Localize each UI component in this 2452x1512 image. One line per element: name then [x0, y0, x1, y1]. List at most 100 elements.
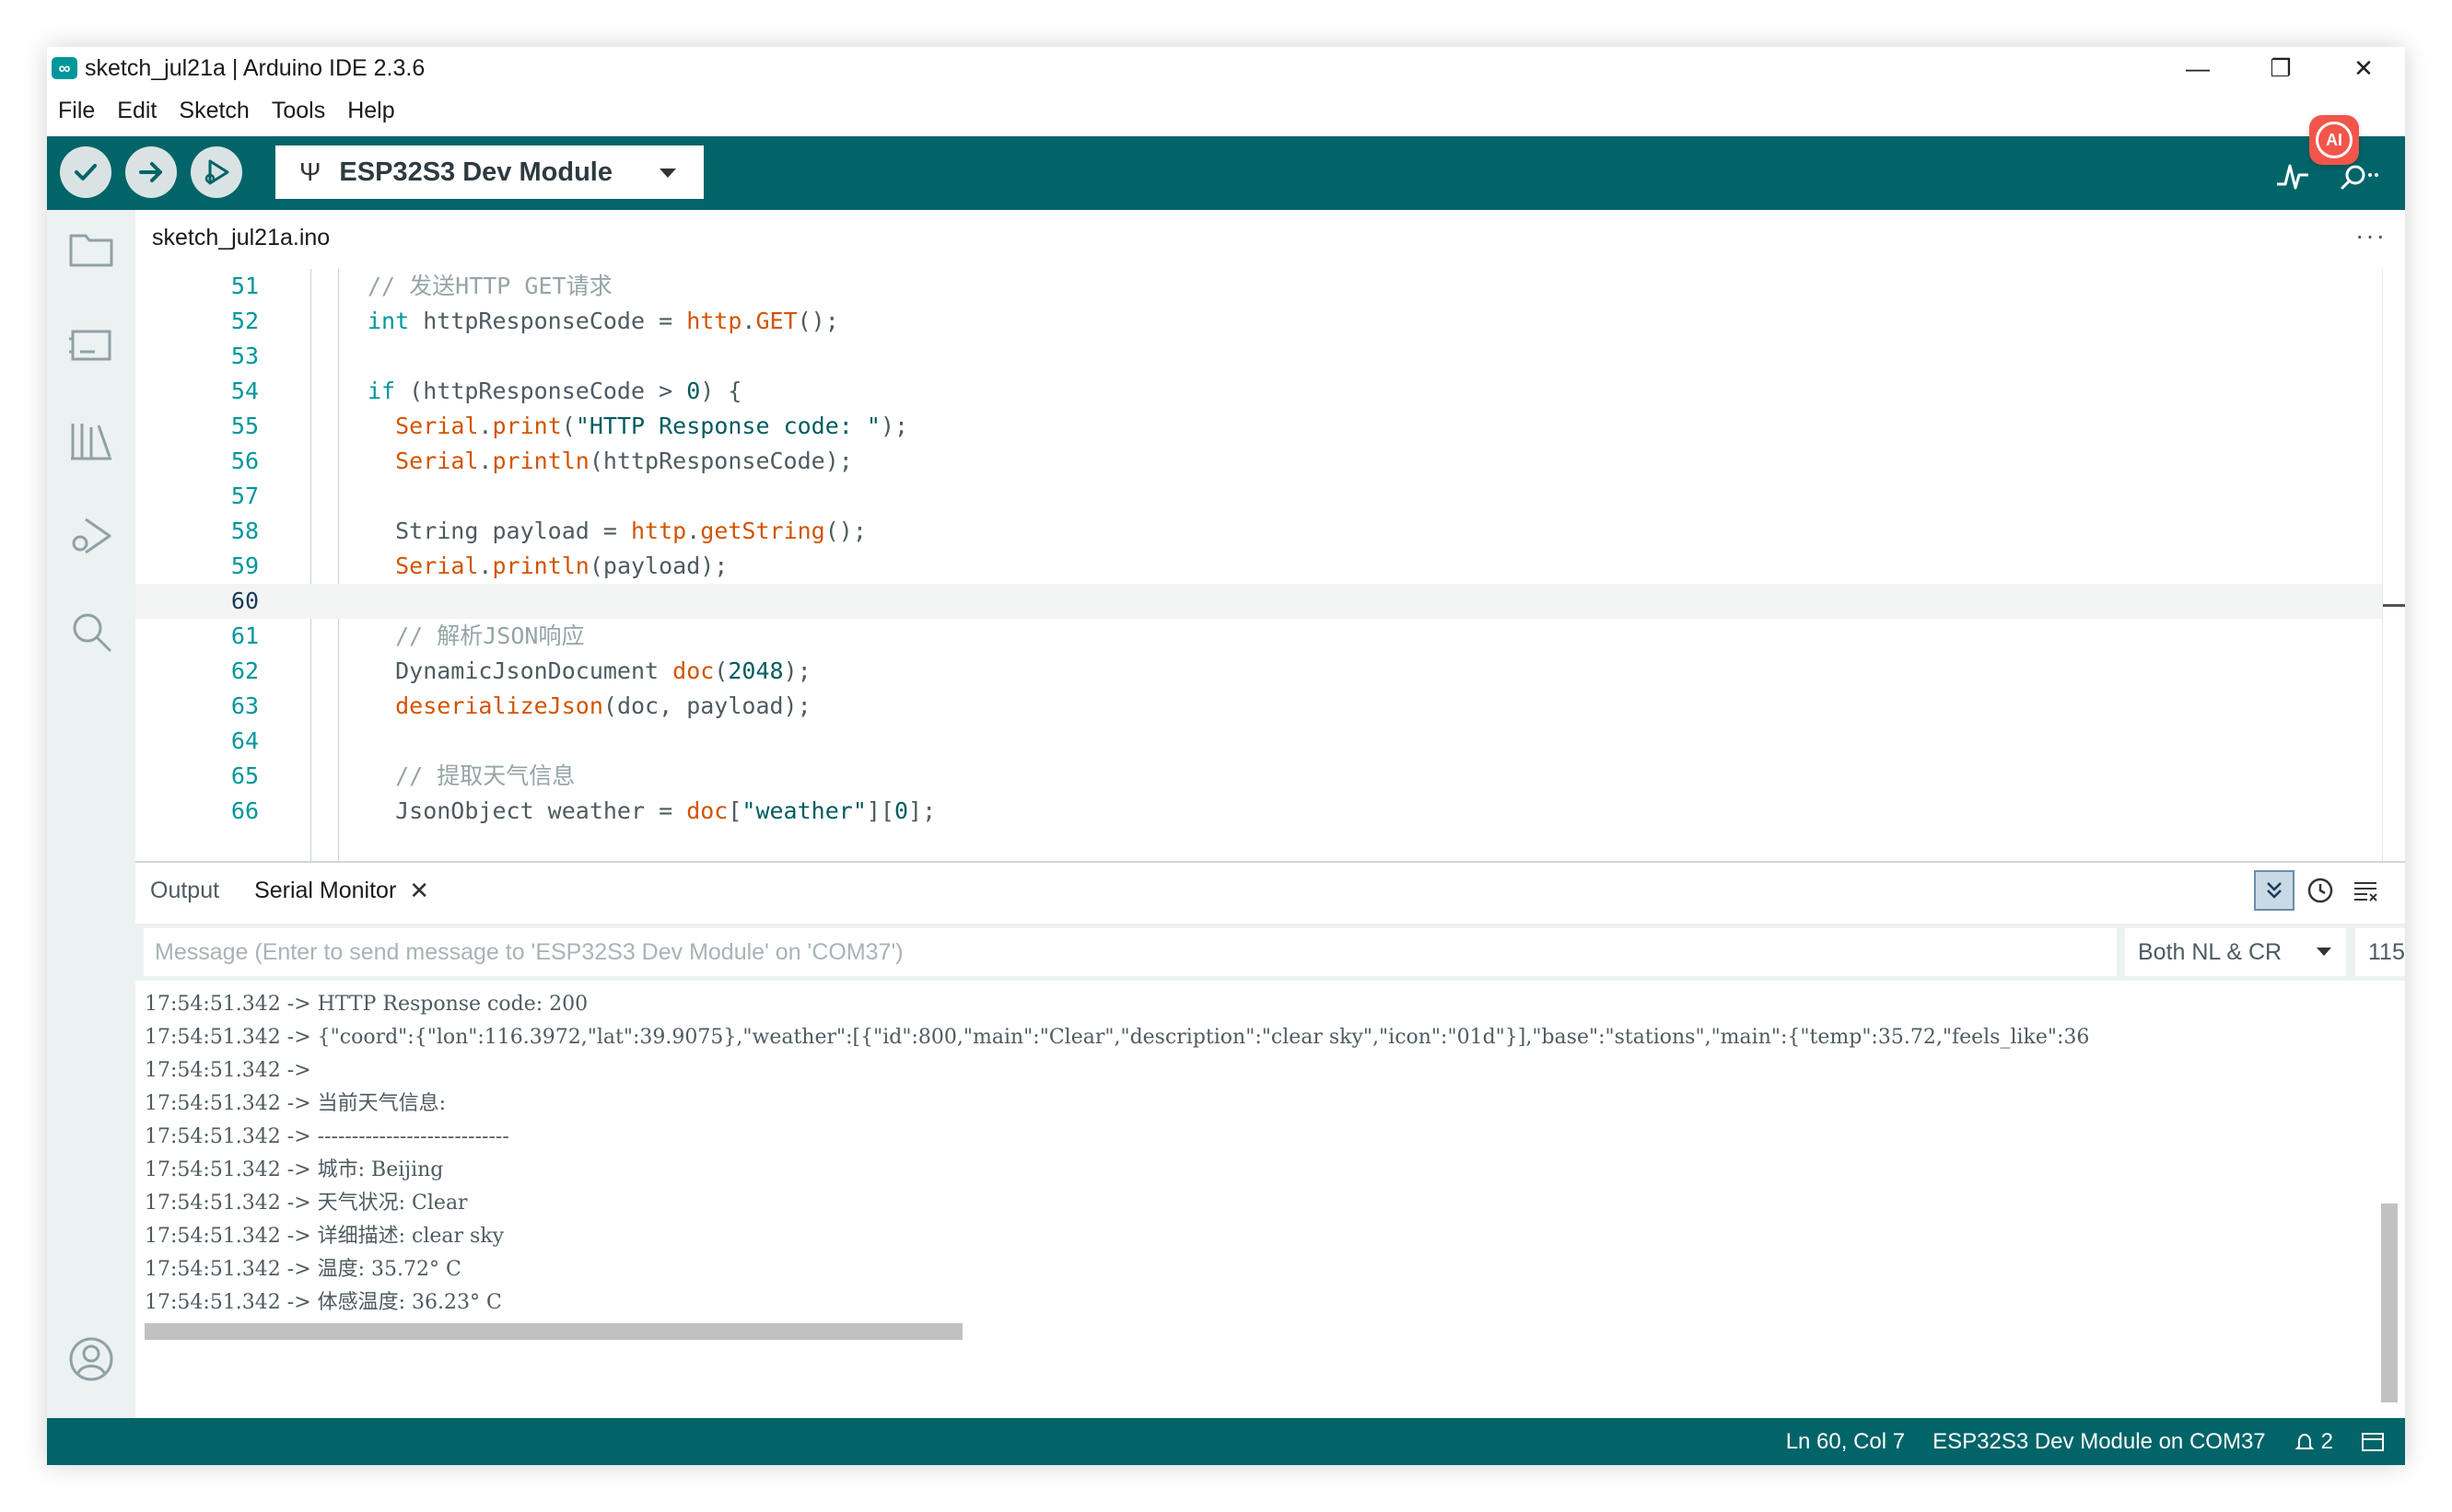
code-token: httpResponseCode = — [409, 308, 687, 334]
code-token: ); — [783, 657, 811, 684]
code-editor: sketch_jul21a.ino ··· 51// 发送HTTP GET请求 5… — [135, 210, 2405, 861]
line-number: 65 — [230, 762, 259, 789]
menu-tools[interactable]: Tools — [272, 98, 325, 124]
code-line[interactable]: 51 // 发送HTTP GET请求 — [135, 269, 2383, 304]
verify-button[interactable] — [60, 146, 111, 198]
menu-help[interactable]: Help — [347, 98, 394, 124]
code-line[interactable]: 64 — [135, 724, 2383, 759]
message-input[interactable] — [144, 928, 2117, 976]
line-number: 54 — [230, 378, 259, 404]
code-line[interactable]: 54 if (httpResponseCode > 0) { — [135, 374, 2383, 409]
code-line[interactable]: 60 — [135, 584, 2383, 619]
code-token: Serial — [395, 448, 479, 474]
close-button[interactable]: ✕ — [2322, 47, 2405, 89]
code-token: JsonObject weather = — [368, 797, 687, 824]
serial-output[interactable]: 17:54:51.342 -> HTTP Response code: 200 1… — [135, 988, 2383, 1320]
toggle-panel-button[interactable] — [2361, 1432, 2385, 1452]
code-token: (httpResponseCode); — [589, 448, 853, 474]
code-line[interactable]: 62 DynamicJsonDocument doc(2048); — [135, 654, 2383, 689]
ai-assistant-button[interactable]: AI — [2309, 115, 2359, 165]
code-token: // 发送HTTP GET请求 — [368, 273, 613, 299]
board-name: ESP32S3 Dev Module — [339, 157, 613, 187]
menu-sketch[interactable]: Sketch — [179, 98, 249, 124]
code-line[interactable]: 65 // 提取天气信息 — [135, 759, 2383, 794]
code-text: int httpResponseCode = http.GET(); — [368, 304, 839, 339]
line-number: 60 — [230, 587, 259, 614]
tab-sketch-file[interactable]: sketch_jul21a.ino — [135, 210, 351, 267]
upload-button[interactable] — [125, 146, 177, 198]
code-line[interactable]: 55 Serial.print("HTTP Response code: "); — [135, 409, 2383, 444]
code-token: ); — [880, 413, 909, 439]
library-manager-button[interactable] — [65, 414, 117, 466]
code-line[interactable]: 66 JsonObject weather = doc["weather"][0… — [135, 794, 2383, 829]
code-line[interactable]: 53 — [135, 339, 2383, 374]
board-port-status[interactable]: ESP32S3 Dev Module on COM37 — [1932, 1429, 2266, 1455]
code-token: ( — [561, 413, 576, 439]
line-ending-select[interactable]: Both NL & CR — [2125, 928, 2346, 976]
debug-button[interactable] — [191, 146, 242, 198]
code-token: if — [368, 378, 396, 404]
debug-panel-button[interactable] — [65, 510, 117, 562]
cursor-position[interactable]: Ln 60, Col 7 — [1786, 1429, 1905, 1455]
clear-output-button[interactable] — [2346, 870, 2387, 911]
sketchbook-button[interactable] — [65, 223, 117, 274]
serial-log-line: 17:54:51.342 -> 温度: 35.72° C — [145, 1258, 461, 1281]
serial-log-line: 17:54:51.342 -> 城市: Beijing — [145, 1158, 444, 1181]
code-line[interactable]: 58 String payload = http.getString(); — [135, 514, 2383, 549]
code-line[interactable]: 61 // 解析JSON响应 — [135, 619, 2383, 654]
tab-output[interactable]: Output — [150, 878, 219, 904]
code-line[interactable]: 59 Serial.println(payload); — [135, 549, 2383, 584]
board-selector[interactable]: Ψ ESP32S3 Dev Module — [275, 145, 704, 199]
code-token: // 解析JSON响应 — [368, 622, 585, 649]
library-icon — [71, 424, 111, 460]
code-line[interactable]: 57 — [135, 479, 2383, 514]
toolbar: Ψ ESP32S3 Dev Module — [47, 136, 2405, 210]
line-number: 59 — [230, 552, 259, 579]
usb-icon: Ψ — [299, 157, 321, 186]
timestamp-toggle[interactable] — [2300, 870, 2341, 911]
code-token: "HTTP Response code: " — [575, 413, 881, 439]
code-token: http — [630, 518, 687, 544]
autoscroll-toggle[interactable] — [2254, 870, 2294, 911]
window-title: sketch_jul21a | Arduino IDE 2.3.6 — [85, 54, 426, 81]
code-token: 0 — [686, 378, 701, 404]
code-token: // 提取天气信息 — [368, 762, 576, 789]
code-token: . — [741, 308, 756, 334]
baud-rate-select[interactable]: 115200 baud — [2355, 928, 2405, 976]
line-number: 52 — [230, 308, 259, 334]
account-button[interactable] — [65, 1333, 117, 1385]
clock-icon — [2307, 878, 2333, 903]
vertical-scrollbar[interactable] — [2381, 1204, 2398, 1402]
more-icon[interactable]: ··· — [2355, 221, 2387, 250]
search-icon — [73, 613, 111, 652]
minimize-button[interactable]: — — [2156, 47, 2239, 89]
serial-log-line: 17:54:51.342 -> ------------------------… — [145, 1125, 509, 1148]
clear-list-icon — [2354, 882, 2377, 901]
serial-log-line: 17:54:51.342 -> 详细描述: clear sky — [145, 1225, 505, 1248]
code-text: Serial.print("HTTP Response code: "); — [368, 409, 908, 444]
code-token: GET — [755, 308, 798, 334]
search-button[interactable] — [65, 606, 117, 657]
code-token: ]; — [908, 797, 937, 824]
panel-tabs: Output Serial Monitor ✕ — [135, 863, 2405, 918]
notifications-button[interactable]: 2 — [2294, 1429, 2333, 1455]
line-number: 51 — [230, 273, 259, 299]
boards-manager-button[interactable] — [65, 319, 117, 370]
code-area[interactable]: 51 // 发送HTTP GET请求 52 int httpResponseCode … — [135, 269, 2405, 861]
tab-serial-monitor[interactable]: Serial Monitor — [254, 878, 396, 904]
code-line[interactable]: 52 int httpResponseCode = http.GET(); — [135, 304, 2383, 339]
code-token: getString — [700, 518, 825, 544]
code-line[interactable]: 56 Serial.println(httpResponseCode); — [135, 444, 2383, 479]
code-text: deserializeJson(doc, payload); — [368, 689, 811, 724]
code-line[interactable]: 63 deserializeJson(doc, payload); — [135, 689, 2383, 724]
close-icon[interactable]: ✕ — [409, 877, 429, 905]
menu-file[interactable]: File — [58, 98, 95, 124]
horizontal-scrollbar[interactable] — [145, 1323, 963, 1340]
code-token: String payload = — [368, 518, 631, 544]
serial-plotter-icon[interactable] — [2274, 157, 2311, 193]
code-text: String payload = http.getString(); — [368, 514, 867, 549]
menu-edit[interactable]: Edit — [117, 98, 157, 124]
restore-button[interactable]: ❐ — [2239, 47, 2322, 89]
editor-tab-bar: sketch_jul21a.ino ··· — [135, 210, 2405, 267]
